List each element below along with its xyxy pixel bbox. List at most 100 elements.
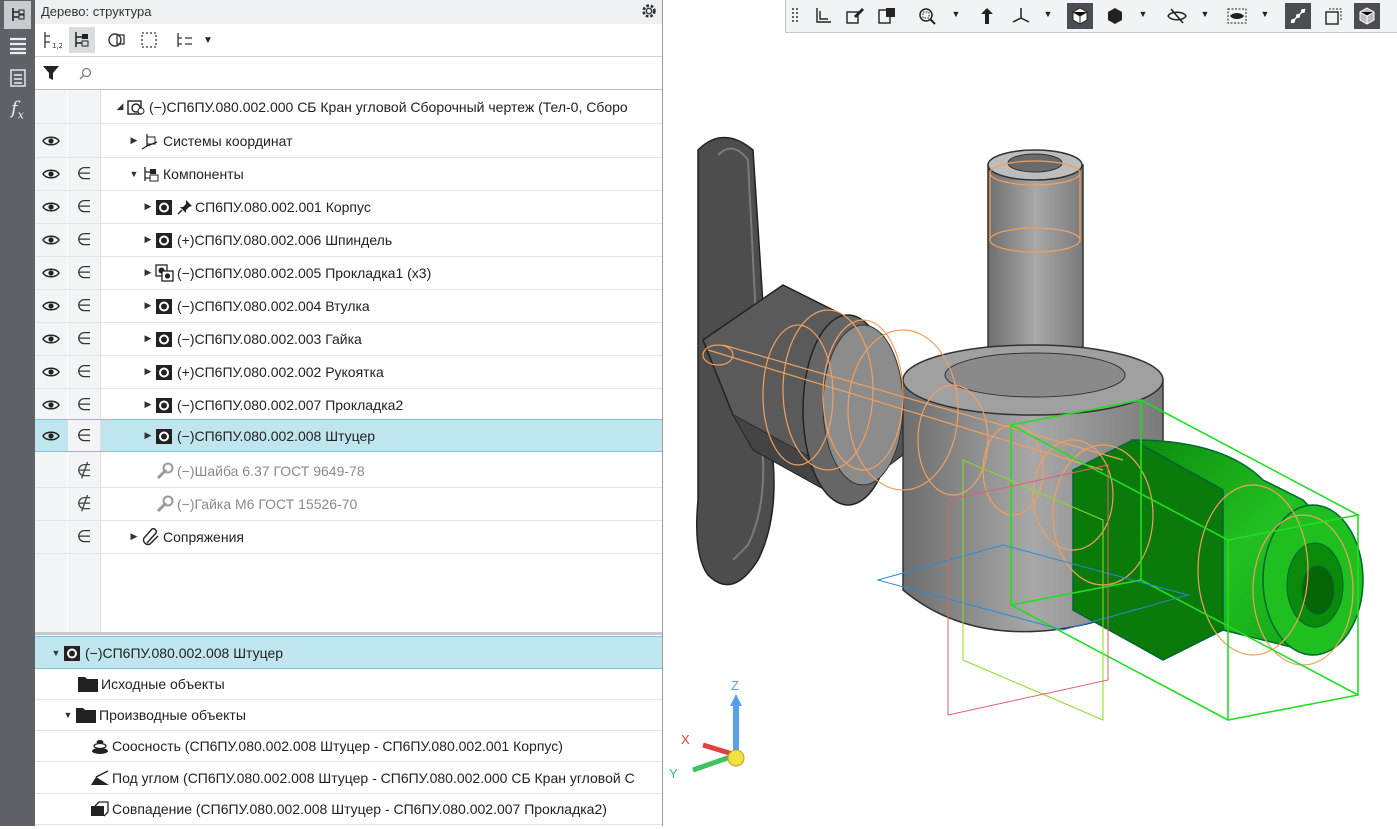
expand-arrow-icon[interactable]: ▶ bbox=[143, 267, 153, 278]
tree-row-part[interactable]: ∈ ▶ (−) СП6ПУ.080.002.003 Гайка bbox=[35, 322, 662, 356]
eye-icon[interactable] bbox=[42, 300, 60, 312]
member-of-icon[interactable]: ∈ bbox=[77, 164, 92, 184]
collapse-arrow-icon[interactable]: ▼ bbox=[51, 648, 61, 658]
fitting-part-selected[interactable] bbox=[1072, 439, 1364, 661]
eye-icon[interactable] bbox=[42, 234, 60, 246]
parameters-button[interactable] bbox=[3, 64, 32, 92]
hide-dropdown-icon[interactable]: ▼ bbox=[1200, 9, 1210, 19]
edit-button[interactable] bbox=[842, 3, 868, 29]
structure-tree-button[interactable] bbox=[69, 27, 95, 53]
eye-icon[interactable] bbox=[42, 333, 60, 345]
axes-dropdown-icon[interactable]: ▼ bbox=[1043, 9, 1053, 19]
expand-arrow-icon[interactable]: ▶ bbox=[143, 399, 153, 410]
eye-icon[interactable] bbox=[42, 267, 60, 279]
view-manager-button[interactable] bbox=[874, 3, 900, 29]
layers-button[interactable] bbox=[1320, 3, 1346, 29]
x-axis-label: X bbox=[681, 732, 690, 747]
funnel-icon[interactable] bbox=[41, 63, 61, 83]
variables-button[interactable]: fx bbox=[3, 96, 32, 124]
concentric-mate-row[interactable]: Соосность (СП6ПУ.080.002.008 Штуцер - СП… bbox=[35, 730, 662, 762]
relations-root-row[interactable]: ▼ (−) СП6ПУ.080.002.008 Штуцер bbox=[35, 636, 662, 669]
tree-row-part-selected[interactable]: ∈ ▶ (−) СП6ПУ.080.002.008 Штуцер bbox=[35, 419, 662, 452]
zoom-icon bbox=[919, 8, 936, 25]
sketch-button[interactable] bbox=[810, 3, 836, 29]
tree-row-assembly[interactable]: ◢ (−) СП6ПУ.080.002.000 СБ Кран угловой … bbox=[35, 90, 662, 124]
derived-objects-row[interactable]: ▼ Производные объекты bbox=[35, 699, 662, 731]
eye-icon[interactable] bbox=[42, 399, 60, 411]
member-of-icon[interactable]: ∈ bbox=[77, 527, 92, 547]
angle-mate-row[interactable]: Под углом (СП6ПУ.080.002.008 Штуцер - СП… bbox=[35, 762, 662, 794]
expand-arrow-icon[interactable]: ▶ bbox=[143, 201, 153, 212]
expand-arrow-icon[interactable]: ▶ bbox=[143, 234, 153, 245]
member-of-icon[interactable]: ∈ bbox=[77, 426, 92, 446]
expand-arrow-icon[interactable]: ▶ bbox=[143, 333, 153, 344]
member-of-icon[interactable]: ∈ bbox=[77, 296, 92, 316]
hide-button[interactable] bbox=[1164, 3, 1190, 29]
member-of-icon[interactable]: ∈ bbox=[77, 395, 92, 415]
tree-row-prefix: (+) bbox=[177, 231, 195, 248]
expand-arrow-icon[interactable]: ▶ bbox=[129, 135, 139, 146]
eye-icon[interactable] bbox=[42, 366, 60, 378]
appearance-button[interactable] bbox=[1354, 3, 1380, 29]
tree-panel: Дерево: структура 1,2 ▼ ◢ (−) СП6ПУ.080.… bbox=[35, 0, 683, 826]
zoom-button[interactable] bbox=[914, 3, 940, 29]
shaded-view-button[interactable] bbox=[1067, 3, 1093, 29]
filter-list-button[interactable] bbox=[172, 27, 198, 53]
zoom-dropdown-icon[interactable]: ▼ bbox=[951, 9, 961, 19]
member-of-icon[interactable]: ∈ bbox=[77, 362, 92, 382]
tree-row-components[interactable]: ∈ ▼ Компоненты bbox=[35, 157, 662, 191]
member-of-icon[interactable]: ∈ bbox=[77, 263, 92, 283]
tree-row-mates[interactable]: ∈ ▶ Сопряжения bbox=[35, 520, 662, 554]
tree-row-standard-part[interactable]: ∉ (−) Гайка М6 ГОСТ 15526-70 bbox=[35, 487, 662, 521]
eye-icon[interactable] bbox=[42, 430, 60, 442]
orientation-icon bbox=[981, 8, 993, 24]
member-of-icon[interactable]: ∈ bbox=[77, 329, 92, 349]
model-viewport[interactable]: Z X Y bbox=[663, 0, 1397, 826]
member-of-icon[interactable]: ∈ bbox=[77, 197, 92, 217]
member-of-icon[interactable]: ∈ bbox=[77, 230, 92, 250]
sort-by-order-button[interactable]: 1,2 bbox=[39, 27, 65, 53]
expand-arrow-icon[interactable]: ▶ bbox=[129, 531, 139, 542]
eye-icon[interactable] bbox=[42, 135, 60, 147]
gear-icon[interactable] bbox=[640, 2, 658, 20]
tree-row-label: СП6ПУ.080.002.002 Рукоятка bbox=[194, 363, 384, 380]
section-dropdown-icon[interactable]: ▼ bbox=[1260, 9, 1270, 19]
tree-row-part[interactable]: ∈ ▶ (−) СП6ПУ.080.002.007 Прокладка2 bbox=[35, 388, 662, 422]
mates-display-button[interactable] bbox=[1285, 3, 1311, 29]
collapse-arrow-icon[interactable]: ◢ bbox=[115, 101, 125, 112]
properties-button[interactable] bbox=[3, 31, 32, 59]
eye-icon[interactable] bbox=[42, 201, 60, 213]
assembly-3d-view[interactable]: Z X Y bbox=[663, 0, 1397, 826]
tree-row-part[interactable]: ∈ ▶ (−) СП6ПУ.080.002.004 Втулка bbox=[35, 289, 662, 323]
tree-row-part[interactable]: ∈ ▶ СП6ПУ.080.002.001 Корпус bbox=[35, 190, 662, 224]
filter-dropdown-button[interactable]: ▼ bbox=[201, 27, 215, 53]
toolbar-grip[interactable] bbox=[788, 3, 802, 29]
solid-view-button[interactable] bbox=[1102, 3, 1128, 29]
section-view-button[interactable] bbox=[1224, 3, 1250, 29]
expand-arrow-icon[interactable]: ▶ bbox=[143, 300, 153, 311]
part-icon bbox=[63, 644, 83, 662]
excluded-member-icon[interactable]: ∉ bbox=[77, 494, 92, 514]
search-input[interactable] bbox=[67, 59, 683, 87]
eye-icon[interactable] bbox=[42, 168, 60, 180]
selection-frame-button[interactable] bbox=[136, 27, 162, 53]
tree-panel-button[interactable] bbox=[4, 1, 31, 29]
tree-row-part[interactable]: ∈ ▶ (+) СП6ПУ.080.002.002 Рукоятка bbox=[35, 355, 662, 389]
sleeve-part[interactable] bbox=[802, 314, 904, 506]
source-objects-row[interactable]: Исходные объекты bbox=[35, 668, 662, 700]
orientation-button[interactable] bbox=[974, 3, 1000, 29]
collapse-arrow-icon[interactable]: ▼ bbox=[63, 710, 73, 720]
expand-arrow-icon[interactable]: ▶ bbox=[143, 366, 153, 377]
components-view-button[interactable] bbox=[103, 27, 129, 53]
coincident-mate-row[interactable]: Совпадение (СП6ПУ.080.002.008 Штуцер - С… bbox=[35, 793, 662, 825]
tree-row-coordinate-systems[interactable]: ▶ Системы координат bbox=[35, 124, 662, 158]
collapse-arrow-icon[interactable]: ▼ bbox=[129, 169, 139, 179]
excluded-member-icon[interactable]: ∉ bbox=[77, 461, 92, 481]
tree-row-part[interactable]: ∈ ▶ (−) СП6ПУ.080.002.005 Прокладка1 (х3… bbox=[35, 256, 662, 290]
tree-order-icon: 1,2 bbox=[44, 32, 62, 50]
display-dropdown-icon[interactable]: ▼ bbox=[1138, 9, 1148, 19]
tree-row-part[interactable]: ∈ ▶ (+) СП6ПУ.080.002.006 Шпиндель bbox=[35, 223, 662, 257]
tree-row-standard-part[interactable]: ∉ (−) Шайба 6.37 ГОСТ 9649-78 bbox=[35, 454, 662, 488]
expand-arrow-icon[interactable]: ▶ bbox=[143, 430, 153, 441]
axes-button[interactable] bbox=[1008, 3, 1034, 29]
